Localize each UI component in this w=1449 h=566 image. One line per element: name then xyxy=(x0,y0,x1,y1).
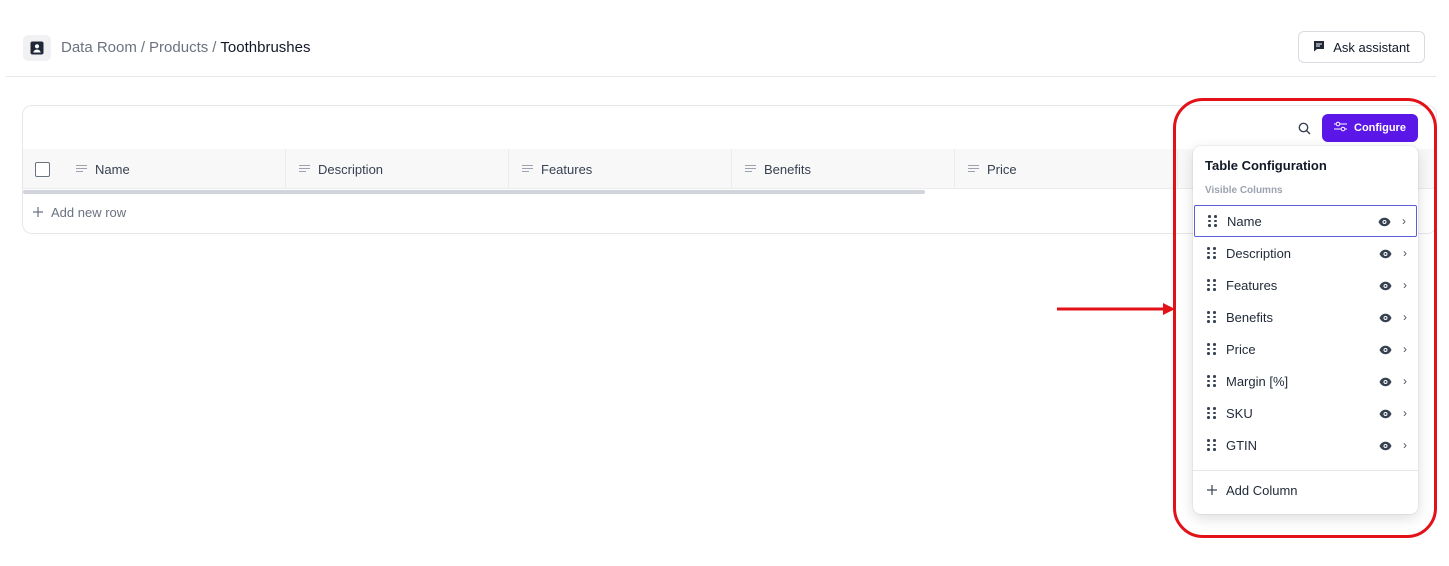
chevron-right-icon[interactable]: › xyxy=(1402,214,1406,228)
breadcrumb: Data Room / Products / Toothbrushes xyxy=(61,39,310,56)
breadcrumb-separator: / xyxy=(140,39,146,56)
drag-handle-icon[interactable] xyxy=(1207,311,1216,323)
column-header-price[interactable]: Price xyxy=(955,149,1178,189)
add-column-button[interactable]: Add Column xyxy=(1207,483,1298,498)
table-configuration-panel: Table Configuration Visible Columns Name… xyxy=(1193,146,1418,514)
plus-icon xyxy=(1207,483,1217,498)
drag-handle-icon[interactable] xyxy=(1208,215,1217,227)
chevron-right-icon[interactable]: › xyxy=(1403,406,1407,420)
text-field-icon xyxy=(299,165,310,173)
breadcrumb-separator: / xyxy=(212,39,217,56)
chevron-right-icon[interactable]: › xyxy=(1403,246,1407,260)
ask-assistant-button[interactable]: Ask assistant xyxy=(1298,31,1425,63)
text-field-icon xyxy=(76,165,87,173)
chevron-right-icon[interactable]: › xyxy=(1403,278,1407,292)
column-item-label: GTIN xyxy=(1226,437,1258,453)
eye-icon[interactable] xyxy=(1379,375,1392,390)
column-item-label: Benefits xyxy=(1226,309,1273,325)
search-icon[interactable] xyxy=(1295,119,1313,137)
chevron-right-icon[interactable]: › xyxy=(1403,342,1407,356)
column-item-name[interactable]: Name › xyxy=(1194,205,1417,237)
column-item-gtin[interactable]: GTIN › xyxy=(1193,429,1418,461)
eye-icon[interactable] xyxy=(1379,407,1392,422)
column-header-benefits[interactable]: Benefits xyxy=(732,149,955,189)
plus-icon xyxy=(33,205,43,220)
column-item-label: Name xyxy=(1227,213,1262,229)
column-item-description[interactable]: Description › xyxy=(1193,237,1418,269)
drag-handle-icon[interactable] xyxy=(1207,407,1216,419)
column-item-label: SKU xyxy=(1226,405,1253,421)
column-item-sku[interactable]: SKU › xyxy=(1193,397,1418,429)
eye-icon[interactable] xyxy=(1379,311,1392,326)
configure-button[interactable]: Configure xyxy=(1322,114,1418,142)
column-item-label: Price xyxy=(1226,341,1256,357)
breadcrumb-current: Toothbrushes xyxy=(220,39,311,56)
text-field-icon xyxy=(522,165,533,173)
drag-handle-icon[interactable] xyxy=(1207,439,1216,451)
chevron-right-icon[interactable]: › xyxy=(1403,374,1407,388)
breadcrumb-data-room[interactable]: Data Room xyxy=(61,39,137,56)
add-new-row-label: Add new row xyxy=(51,205,127,220)
column-item-label: Description xyxy=(1226,245,1292,261)
chevron-right-icon[interactable]: › xyxy=(1403,310,1407,324)
chevron-right-icon[interactable]: › xyxy=(1403,438,1407,452)
column-item-features[interactable]: Features › xyxy=(1193,269,1418,301)
column-header-label: Name xyxy=(95,161,130,177)
drag-handle-icon[interactable] xyxy=(1207,247,1216,259)
drag-handle-icon[interactable] xyxy=(1207,343,1216,355)
column-item-label: Features xyxy=(1226,277,1278,293)
contact-card-icon[interactable] xyxy=(23,35,51,61)
column-header-features[interactable]: Features xyxy=(509,149,732,189)
sliders-icon xyxy=(1334,121,1348,135)
column-header-name[interactable]: Name xyxy=(63,149,286,189)
panel-title: Table Configuration xyxy=(1205,158,1327,173)
annotation-arrow-icon xyxy=(1057,303,1175,315)
configure-label: Configure xyxy=(1354,122,1406,134)
ask-assistant-label: Ask assistant xyxy=(1333,39,1410,55)
column-item-benefits[interactable]: Benefits › xyxy=(1193,301,1418,333)
column-header-label: Benefits xyxy=(764,161,811,177)
text-field-icon xyxy=(968,165,979,173)
column-item-price[interactable]: Price › xyxy=(1193,333,1418,365)
column-header-label: Description xyxy=(318,161,384,177)
select-all-checkbox[interactable] xyxy=(35,162,50,177)
add-new-row-button[interactable]: Add new row xyxy=(33,205,126,220)
visible-columns-list: Name › Description › Features › Benefits… xyxy=(1193,205,1418,461)
panel-divider xyxy=(1193,470,1418,471)
top-bar: Data Room / Products / Toothbrushes Ask … xyxy=(6,20,1436,77)
add-column-label: Add Column xyxy=(1226,483,1298,498)
column-item-margin[interactable]: Margin [%] › xyxy=(1193,365,1418,397)
chat-icon xyxy=(1313,40,1325,55)
eye-icon[interactable] xyxy=(1379,279,1392,294)
table-toolbar: Configure xyxy=(23,106,1436,149)
horizontal-scrollbar[interactable] xyxy=(23,190,925,194)
drag-handle-icon[interactable] xyxy=(1207,375,1216,387)
eye-icon[interactable] xyxy=(1379,343,1392,358)
eye-icon[interactable] xyxy=(1379,439,1392,454)
column-header-description[interactable]: Description xyxy=(286,149,509,189)
text-field-icon xyxy=(745,165,756,173)
column-header-label: Features xyxy=(541,161,593,177)
drag-handle-icon[interactable] xyxy=(1207,279,1216,291)
column-item-label: Margin [%] xyxy=(1226,373,1289,389)
column-header-label: Price xyxy=(987,161,1017,177)
eye-icon[interactable] xyxy=(1379,247,1392,262)
breadcrumb-products[interactable]: Products xyxy=(149,39,208,56)
eye-icon[interactable] xyxy=(1378,215,1391,230)
panel-section-label: Visible Columns xyxy=(1205,185,1283,196)
